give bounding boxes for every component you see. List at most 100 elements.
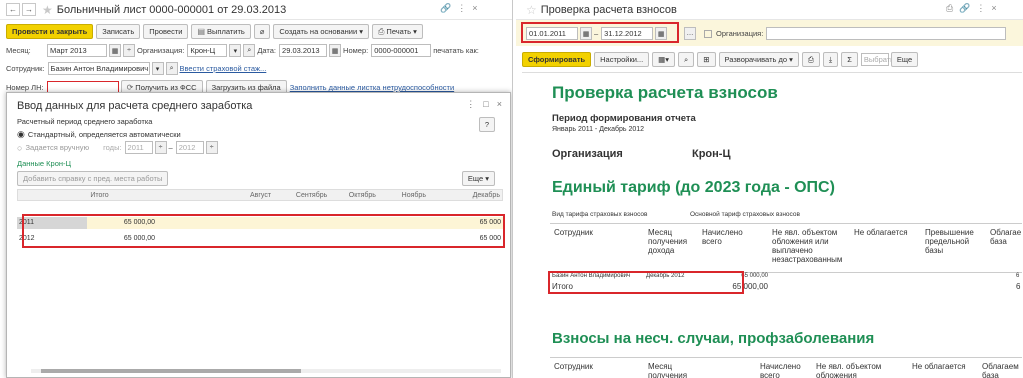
- forward-arrow-icon[interactable]: →: [22, 3, 36, 16]
- month-stepper[interactable]: ÷: [123, 44, 135, 57]
- search-icon: ⌕: [684, 54, 689, 64]
- table-header: Итого Август Сентябрь Октябрь Ноябрь Дек…: [17, 189, 503, 201]
- table-header: Сотрудник Месяц получения Начислено всег…: [550, 357, 1022, 378]
- period-value: Январь 2011 - Декабрь 2012: [552, 126, 645, 133]
- link-icon[interactable]: 🔗: [440, 3, 451, 14]
- org-filter: … Организация:: [684, 27, 1008, 40]
- print-button[interactable]: ⎙: [801, 52, 820, 67]
- link-icon[interactable]: 🔗: [959, 3, 970, 14]
- menu-dots-icon[interactable]: ⋮: [466, 99, 475, 110]
- post-button[interactable]: Провести: [143, 24, 189, 39]
- calendar-icon[interactable]: ▦: [109, 44, 121, 57]
- year-to-stepper[interactable]: ÷: [205, 141, 218, 154]
- number-field[interactable]: 0000-000001: [371, 44, 432, 57]
- select-field[interactable]: Выбрать: [860, 53, 894, 66]
- period-label: Период формирования отчета: [552, 113, 696, 124]
- report-toolbar: Сформировать Настройки... ▦ ▾ ⌕ ⊞ Развора…: [522, 52, 921, 67]
- print-icon[interactable]: ⎙: [946, 3, 953, 14]
- back-arrow-icon[interactable]: ←: [6, 3, 20, 16]
- checkbox[interactable]: [704, 29, 712, 38]
- radio-checked-icon[interactable]: ◉: [17, 129, 25, 140]
- printer-icon: ⎙: [807, 54, 814, 64]
- dialog-title: Ввод данных для расчета среднего заработ…: [17, 100, 253, 112]
- window-title: Больничный лист 0000-000001 от 29.03.201…: [56, 3, 287, 16]
- header-fields: Месяц: Март 2013 ▦ ÷ Организация: Крон-Ц…: [6, 44, 479, 57]
- favorite-star-icon[interactable]: ☆: [526, 3, 537, 17]
- opt-manual[interactable]: ○ Задается вручную годы: 2011 ÷ – 2012 ÷: [17, 141, 220, 154]
- save-file-button[interactable]: ⤓: [822, 52, 839, 67]
- print-button[interactable]: ⎙ Печать ▾: [372, 24, 423, 39]
- org-field[interactable]: Крон-Ц: [187, 44, 228, 57]
- year-from-stepper[interactable]: ÷: [154, 141, 167, 154]
- attach-button[interactable]: ⌀: [253, 24, 271, 39]
- settings-button[interactable]: Настройки...: [594, 52, 650, 67]
- maximize-icon[interactable]: □: [483, 99, 488, 110]
- create-basis-button[interactable]: Создать на основании ▾: [273, 24, 370, 39]
- org-field[interactable]: [766, 27, 1007, 40]
- add-cert-button[interactable]: Добавить справку с пред. места работы: [17, 171, 169, 186]
- section-title: Взносы на несч. случаи, профзаболевания: [552, 330, 875, 347]
- variants-button[interactable]: ▦ ▾: [652, 52, 676, 67]
- dropdown-icon[interactable]: ▾: [229, 44, 242, 57]
- pay-icon: ▤: [197, 27, 206, 36]
- company-label: Данные Крон-Ц: [17, 159, 72, 168]
- fss-icon: ⟳: [126, 83, 134, 92]
- date-field[interactable]: 29.03.2013: [279, 44, 328, 57]
- tree-icon: ⊞: [703, 55, 710, 64]
- month-field[interactable]: Март 2013: [47, 44, 107, 57]
- sum-button[interactable]: Σ: [841, 52, 858, 67]
- sick-leave-window: ← → ★ Больничный лист 0000-000001 от 29.…: [0, 0, 513, 378]
- report-area: Проверка расчета взносов Период формиров…: [522, 72, 1022, 378]
- radio-icon[interactable]: ○: [17, 143, 22, 153]
- more-icon[interactable]: …: [684, 27, 696, 40]
- pay-button[interactable]: ▤ Выплатить: [191, 24, 251, 39]
- download-icon: ⤓: [828, 54, 833, 64]
- find-button[interactable]: ⌕: [678, 52, 695, 67]
- more-button[interactable]: Еще: [890, 52, 919, 67]
- printer-icon: ⎙: [378, 26, 385, 36]
- insurance-link[interactable]: Ввести страховой стаж...: [180, 64, 267, 73]
- dropdown-icon[interactable]: ▾: [151, 62, 164, 75]
- left-titlebar: ← → ★ Больничный лист 0000-000001 от 29.…: [0, 0, 512, 20]
- average-earnings-dialog: Ввод данных для расчета среднего заработ…: [6, 92, 511, 378]
- close-icon[interactable]: ×: [991, 3, 996, 14]
- fill-data-link[interactable]: Заполнить данные листка нетрудоспособнос…: [290, 83, 454, 92]
- year-from-field[interactable]: 2011: [124, 141, 153, 154]
- highlight-box: [548, 271, 744, 294]
- open-icon[interactable]: ⌕: [243, 44, 256, 57]
- highlight-box: [22, 214, 505, 248]
- menu-dots-icon[interactable]: ⋮: [976, 3, 985, 14]
- report-title: Проверка расчета взносов: [552, 83, 778, 102]
- save-button[interactable]: Записать: [96, 24, 141, 39]
- scrollbar[interactable]: [31, 369, 501, 373]
- right-titlebar: ☆ Проверка расчета взносов ⎙ 🔗 ⋮ ×: [516, 0, 1023, 20]
- close-icon[interactable]: ×: [472, 3, 477, 14]
- window-title: Проверка расчета взносов: [540, 3, 677, 16]
- menu-dots-icon[interactable]: ⋮: [457, 3, 466, 14]
- period-label: Расчетный период среднего заработка: [17, 117, 153, 126]
- opt-standard[interactable]: ◉ Стандартный, определяется автоматически: [17, 129, 181, 140]
- favorite-star-icon[interactable]: ★: [42, 3, 53, 17]
- org-caption: Организация: [552, 148, 623, 160]
- close-icon[interactable]: ×: [497, 99, 502, 110]
- highlight-box: [521, 22, 679, 43]
- help-button[interactable]: ?: [478, 117, 495, 132]
- expand-group-button[interactable]: ⊞: [697, 52, 716, 67]
- section-title: Единый тариф (до 2023 года - ОПС): [552, 179, 835, 196]
- left-toolbar: Провести и закрыть Записать Провести ▤ Вы…: [6, 24, 426, 39]
- paperclip-icon: ⌀: [259, 27, 265, 36]
- sum-icon: Σ: [847, 55, 852, 64]
- employee-field[interactable]: Базин Антон Владимирович: [47, 62, 150, 75]
- employee-row: Сотрудник: Базин Антон Владимирович ▾ ⌕ …: [6, 62, 267, 75]
- table-header: Сотрудник Месяц получения дохода Начисле…: [550, 223, 1022, 273]
- year-to-field[interactable]: 2012: [175, 141, 204, 154]
- more-button[interactable]: Еще ▾: [461, 171, 495, 186]
- generate-button[interactable]: Сформировать: [522, 52, 592, 67]
- open-icon[interactable]: ⌕: [165, 62, 178, 75]
- variants-icon: ▦: [658, 55, 666, 64]
- post-close-button[interactable]: Провести и закрыть: [6, 24, 94, 39]
- org-value: Крон-Ц: [692, 148, 731, 160]
- contributions-report-window: ☆ Проверка расчета взносов ⎙ 🔗 ⋮ × 01.01.20…: [516, 0, 1023, 378]
- calendar-icon[interactable]: ▦: [329, 44, 342, 57]
- expand-button[interactable]: Разворачивать до ▾: [718, 52, 799, 67]
